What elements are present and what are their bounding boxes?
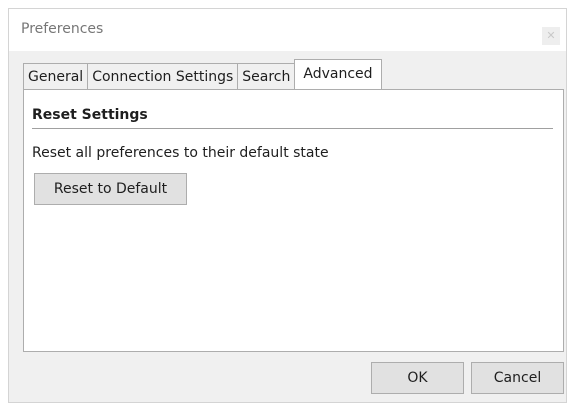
ok-button[interactable]: OK	[371, 362, 464, 394]
tab-search[interactable]: Search	[237, 63, 296, 89]
section-divider	[32, 128, 553, 129]
reset-to-default-button[interactable]: Reset to Default	[34, 173, 187, 205]
reset-description: Reset all preferences to their default s…	[32, 145, 329, 161]
window-title: Preferences	[21, 21, 104, 37]
advanced-tab-panel: Reset Settings Reset all preferences to …	[23, 89, 564, 352]
tab-connection-settings[interactable]: Connection Settings	[87, 63, 239, 89]
tab-general[interactable]: General	[23, 63, 89, 89]
tab-advanced[interactable]: Advanced	[294, 59, 382, 89]
preferences-dialog: Preferences ✕ General Connection Setting…	[8, 8, 567, 403]
cancel-button[interactable]: Cancel	[471, 362, 564, 394]
close-button[interactable]: ✕	[542, 27, 560, 45]
tab-strip: General Connection Settings Search Advan…	[23, 59, 382, 89]
section-heading: Reset Settings	[32, 107, 148, 123]
close-icon: ✕	[546, 29, 556, 42]
title-bar[interactable]: Preferences ✕	[9, 9, 566, 51]
